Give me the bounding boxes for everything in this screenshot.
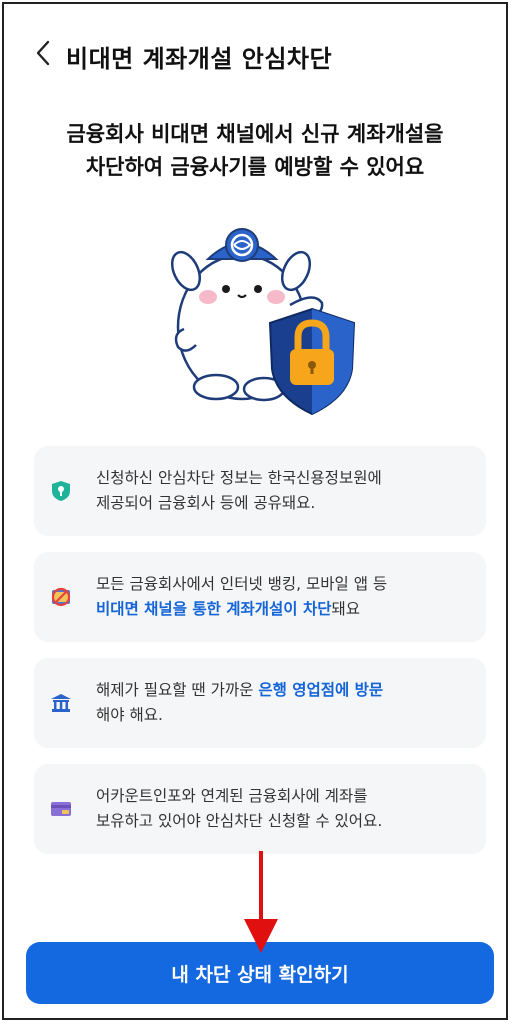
info-card-text: 모든 금융회사에서 인터넷 뱅킹, 모바일 앱 등 비대면 채널을 통한 계좌개… (96, 572, 476, 622)
screen: 비대면 계좌개설 안심차단 금융회사 비대면 채널에서 신규 계좌개설을 차단하… (2, 2, 508, 1020)
bank-icon (51, 694, 71, 712)
mascot-shield-illustration (170, 228, 356, 416)
headline: 금융회사 비대면 채널에서 신규 계좌개설을 차단하여 금융사기를 예방할 수 … (4, 118, 506, 184)
info-card-line-1: 모든 금융회사에서 인터넷 뱅킹, 모바일 앱 등 (96, 575, 388, 593)
info-card-line-2: 제공되어 금융회사 등에 공유돼요. (96, 494, 316, 512)
info-card-line-2: 해야 해요. (96, 706, 163, 724)
shield-key-icon (52, 481, 70, 501)
top-app-bar: 비대면 계좌개설 안심차단 (4, 26, 506, 82)
info-card-text: 해제가 필요할 땐 가까운 은행 영업점에 방문 해야 해요. (96, 678, 476, 728)
info-card-online-block: 모든 금융회사에서 인터넷 뱅킹, 모바일 앱 등 비대면 채널을 통한 계좌개… (34, 552, 486, 642)
info-card-text: 어카운트인포와 연계된 금융회사에 계좌를 보유하고 있어야 안심차단 신청할 … (96, 784, 476, 834)
back-button[interactable] (28, 36, 58, 70)
info-card-line-1: 해제가 필요할 땐 가까운 은행 영업점에 방문 (96, 678, 476, 703)
info-card-highlight: 은행 영업점에 방문 (258, 681, 384, 699)
info-card-line-1-plain: 해제가 필요할 땐 가까운 (96, 681, 259, 699)
info-card-highlight: 비대면 채널을 통한 계좌개설이 차단 (96, 600, 332, 618)
info-card-account-required: 어카운트인포와 연계된 금융회사에 계좌를 보유하고 있어야 안심차단 신청할 … (34, 764, 486, 854)
info-card-branch-visit: 해제가 필요할 땐 가까운 은행 영업점에 방문 해야 해요. (34, 658, 486, 748)
annotation-arrow-icon (244, 851, 278, 953)
headline-line-2: 차단하여 금융사기를 예방할 수 있어요 (85, 155, 425, 179)
shield-lock-icon (268, 307, 356, 416)
no-mobile-icon (51, 587, 71, 607)
info-card-data-sharing: 신청하신 안심차단 정보는 한국신용정보원에 제공되어 금융회사 등에 공유돼요… (34, 446, 486, 536)
chevron-left-icon (36, 40, 50, 66)
card-icon (51, 802, 71, 816)
info-card-line-2-rest: 돼요 (331, 600, 361, 618)
headline-line-1: 금융회사 비대면 채널에서 신규 계좌개설을 (66, 122, 444, 146)
info-card-text: 신청하신 안심차단 정보는 한국신용정보원에 제공되어 금융회사 등에 공유돼요… (96, 466, 476, 516)
info-card-line-1: 신청하신 안심차단 정보는 한국신용정보원에 (96, 469, 382, 487)
info-card-line-1: 어카운트인포와 연계된 금융회사에 계좌를 (96, 787, 368, 805)
info-card-line-2: 비대면 채널을 통한 계좌개설이 차단돼요 (96, 597, 476, 622)
page-title: 비대면 계좌개설 안심차단 (66, 45, 333, 73)
info-card-line-2: 보유하고 있어야 안심차단 신청할 수 있어요. (96, 812, 383, 830)
